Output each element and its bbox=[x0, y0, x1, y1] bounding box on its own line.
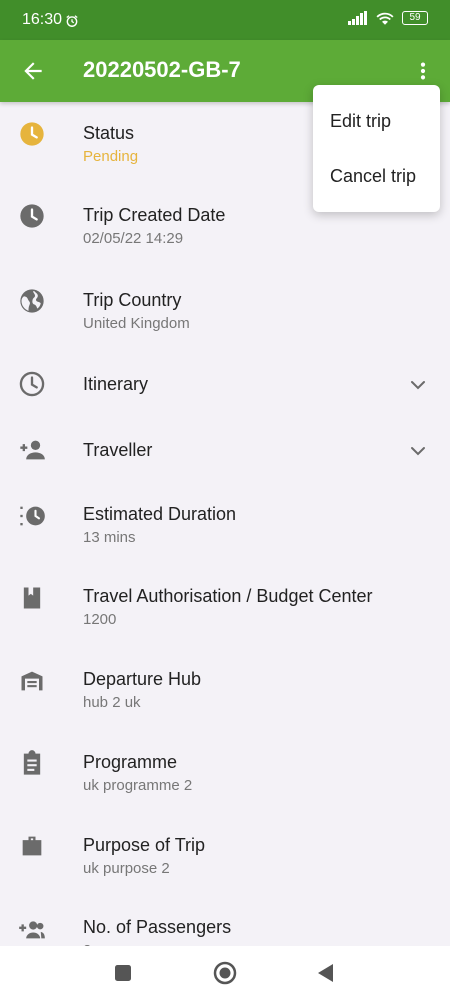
traveller-row[interactable]: Traveller bbox=[0, 415, 450, 481]
departure-hub-label: Departure Hub bbox=[83, 669, 202, 689]
passengers-label: No. of Passengers bbox=[83, 917, 232, 937]
system-nav-bar bbox=[0, 946, 450, 1000]
departure-hub-row: Departure Hub hub 2 uk bbox=[0, 646, 450, 728]
itinerary-label: Itinerary bbox=[83, 374, 149, 394]
created-date-value: 02/05/22 14:29 bbox=[83, 230, 184, 247]
country-label: Trip Country bbox=[83, 290, 182, 310]
back-triangle-icon[interactable] bbox=[313, 960, 339, 986]
programme-value: uk programme 2 bbox=[83, 777, 193, 794]
duration-value: 13 mins bbox=[83, 529, 136, 546]
clock-outline-icon bbox=[19, 371, 45, 397]
chevron-down-icon[interactable] bbox=[406, 373, 430, 397]
traveller-label: Traveller bbox=[83, 440, 153, 460]
purpose-value: uk purpose 2 bbox=[83, 860, 170, 877]
country-value: United Kingdom bbox=[83, 315, 190, 332]
more-vert-icon[interactable] bbox=[412, 58, 434, 84]
signal-icon bbox=[348, 11, 367, 25]
clipboard-icon bbox=[23, 750, 41, 775]
group-add-icon bbox=[19, 921, 45, 939]
programme-label: Programme bbox=[83, 752, 178, 772]
programme-row: Programme uk programme 2 bbox=[0, 728, 450, 811]
status-label: Status bbox=[83, 123, 135, 143]
timer-icon bbox=[20, 506, 45, 526]
page-title: 20220502-GB-7 bbox=[83, 57, 241, 82]
garage-icon bbox=[21, 671, 43, 691]
alarm-icon bbox=[66, 15, 78, 27]
authorisation-value: 1200 bbox=[83, 611, 117, 628]
created-date-label: Trip Created Date bbox=[83, 205, 226, 225]
country-row: Trip Country United Kingdom bbox=[0, 266, 450, 349]
status-bar: 16:30 59 bbox=[0, 0, 450, 40]
person-add-icon bbox=[20, 440, 45, 460]
status-value: Pending bbox=[83, 148, 139, 165]
battery-indicator: 59 bbox=[402, 11, 428, 25]
edit-trip-menu-item[interactable]: Edit trip bbox=[313, 94, 440, 149]
globe-icon bbox=[20, 289, 44, 313]
chevron-down-icon[interactable] bbox=[406, 439, 430, 463]
cancel-trip-menu-item[interactable]: Cancel trip bbox=[313, 149, 440, 204]
recents-square-icon[interactable] bbox=[110, 960, 136, 986]
passengers-row: No. of Passengers 2 bbox=[0, 893, 450, 946]
clock-filled-icon bbox=[20, 204, 44, 228]
authorisation-label: Travel Authorisation / Budget Center bbox=[83, 586, 373, 606]
overflow-menu: Edit trip Cancel trip bbox=[313, 85, 440, 212]
clock-filled-icon bbox=[20, 122, 44, 146]
home-circle-icon[interactable] bbox=[212, 960, 238, 986]
departure-hub-value: hub 2 uk bbox=[83, 694, 141, 711]
status-time: 16:30 bbox=[22, 11, 63, 28]
purpose-row: Purpose of Trip uk purpose 2 bbox=[0, 811, 450, 893]
status-indicators: 59 bbox=[348, 11, 428, 25]
purpose-label: Purpose of Trip bbox=[83, 835, 206, 855]
duration-row: Estimated Duration 13 mins bbox=[0, 481, 450, 563]
authorisation-row: Travel Authorisation / Budget Center 120… bbox=[0, 563, 450, 646]
itinerary-row[interactable]: Itinerary bbox=[0, 349, 450, 415]
wifi-icon bbox=[376, 12, 394, 25]
back-arrow-icon[interactable] bbox=[20, 58, 46, 84]
bookmark-book-icon bbox=[23, 587, 41, 609]
briefcase-icon bbox=[22, 836, 42, 856]
duration-label: Estimated Duration bbox=[83, 504, 237, 524]
